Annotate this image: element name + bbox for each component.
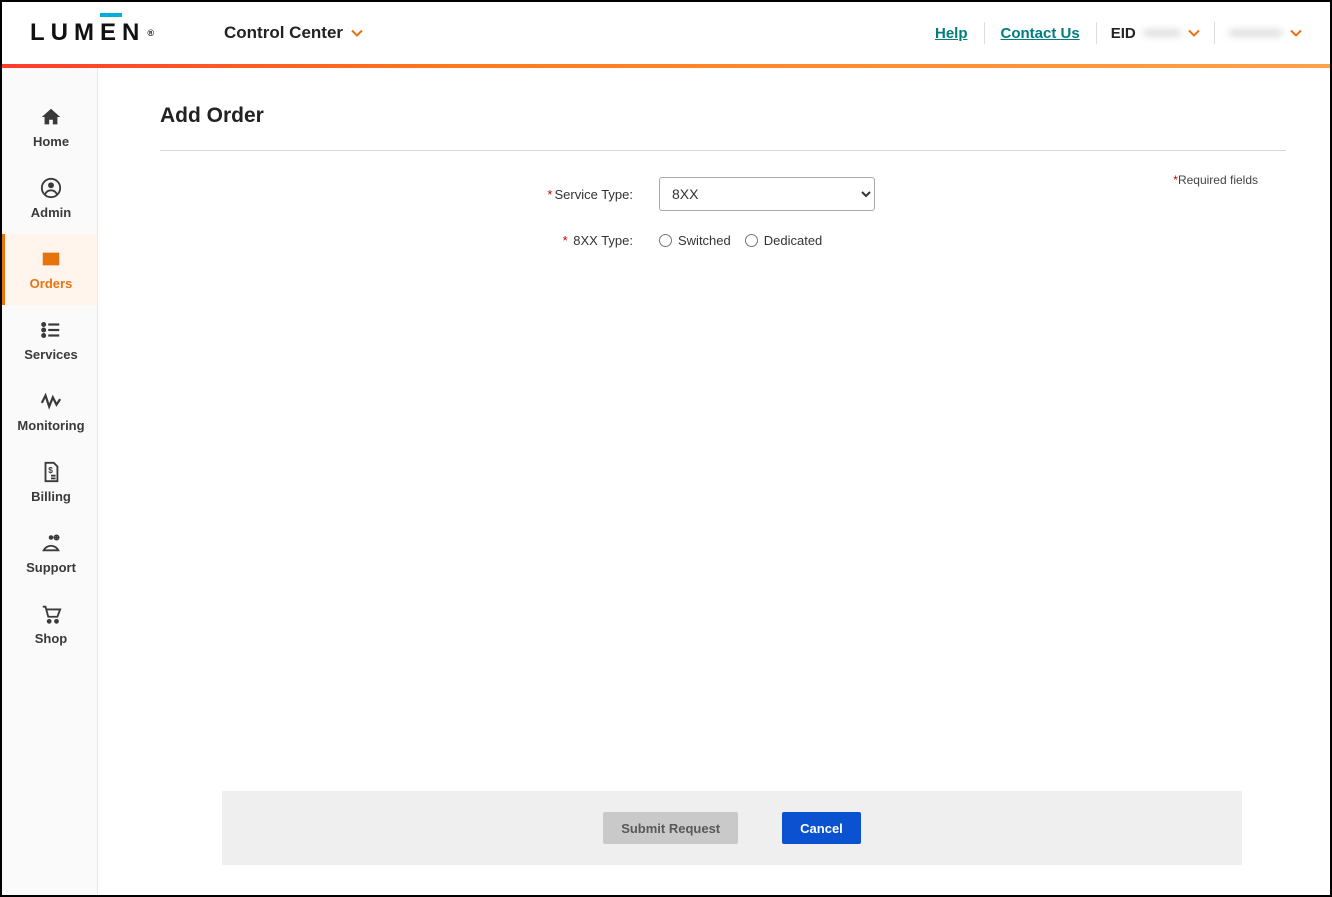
radio-dedicated-label: Dedicated xyxy=(764,233,823,248)
page-title: Add Order xyxy=(160,104,1286,128)
sidebar: Home Admin Orders Services Monitoring xyxy=(2,68,98,895)
eid-label: EID xyxy=(1111,25,1136,42)
sidebar-item-label: Services xyxy=(24,347,78,362)
app-switcher[interactable]: Control Center xyxy=(224,23,363,43)
row-8xx-type: * 8XX Type: Switched Dedicated xyxy=(188,233,1258,248)
sidebar-item-label: Support xyxy=(26,560,76,575)
user-value: •••••••••• xyxy=(1229,25,1282,42)
sidebar-item-admin[interactable]: Admin xyxy=(2,163,97,234)
logo-letter-e: E xyxy=(100,19,122,47)
activity-icon xyxy=(40,390,62,412)
sidebar-item-label: Admin xyxy=(31,205,71,220)
radio-switched-label: Switched xyxy=(678,233,731,248)
support-icon xyxy=(40,532,62,554)
brand-logo: L U M E N ® xyxy=(30,19,154,47)
service-type-label: *Service Type: xyxy=(188,187,633,202)
submit-request-button[interactable]: Submit Request xyxy=(603,812,738,844)
sidebar-item-billing[interactable]: $ Billing xyxy=(2,447,97,518)
radio-dedicated[interactable]: Dedicated xyxy=(745,233,823,248)
sidebar-item-monitoring[interactable]: Monitoring xyxy=(2,376,97,447)
list-icon xyxy=(40,319,62,341)
help-link[interactable]: Help xyxy=(919,25,984,42)
svg-text:$: $ xyxy=(48,466,53,475)
sidebar-item-label: Billing xyxy=(31,489,71,504)
logo-letter: N xyxy=(122,19,145,47)
top-right-area: Help Contact Us EID ••••••• •••••••••• xyxy=(919,22,1302,44)
cancel-button[interactable]: Cancel xyxy=(782,812,861,844)
invoice-icon: $ xyxy=(40,461,62,483)
xxtype-label: * 8XX Type: xyxy=(188,233,633,248)
sidebar-item-home[interactable]: Home xyxy=(2,92,97,163)
contact-us-link[interactable]: Contact Us xyxy=(985,25,1096,42)
registered-mark: ® xyxy=(147,28,154,38)
user-dropdown[interactable]: •••••••••• xyxy=(1215,25,1302,42)
sidebar-item-support[interactable]: Support xyxy=(2,518,97,589)
radio-switched-input[interactable] xyxy=(659,234,672,247)
sidebar-item-services[interactable]: Services xyxy=(2,305,97,376)
main-area: Add Order *Required fields *Service Type… xyxy=(98,68,1330,895)
logo-letter: U xyxy=(51,19,74,47)
sidebar-item-label: Shop xyxy=(35,631,68,646)
top-bar: L U M E N ® Control Center Help Contact … xyxy=(2,2,1330,64)
home-icon xyxy=(40,106,62,128)
sidebar-item-orders[interactable]: Orders xyxy=(2,234,97,305)
required-fields-note: *Required fields xyxy=(1173,173,1258,187)
app-switcher-label: Control Center xyxy=(224,23,343,43)
user-circle-icon xyxy=(40,177,62,199)
sidebar-item-label: Monitoring xyxy=(17,418,84,433)
chevron-down-icon xyxy=(1188,27,1200,39)
logo-letter: L xyxy=(30,19,51,47)
sidebar-item-label: Orders xyxy=(30,276,73,291)
sidebar-item-label: Home xyxy=(33,134,69,149)
service-type-select[interactable]: 8XX xyxy=(659,177,875,211)
action-bar: Submit Request Cancel xyxy=(222,791,1242,865)
sidebar-item-shop[interactable]: Shop xyxy=(2,589,97,660)
form-panel: *Required fields *Service Type: 8XX * 8X… xyxy=(160,150,1286,791)
cart-icon xyxy=(40,603,62,625)
eid-dropdown[interactable]: EID ••••••• xyxy=(1097,25,1215,42)
row-service-type: *Service Type: 8XX xyxy=(188,177,1258,211)
inbox-icon xyxy=(40,248,62,270)
chevron-down-icon xyxy=(1290,27,1302,39)
radio-switched[interactable]: Switched xyxy=(659,233,731,248)
radio-dedicated-input[interactable] xyxy=(745,234,758,247)
chevron-down-icon xyxy=(351,27,363,39)
eid-value: ••••••• xyxy=(1144,25,1181,42)
xxtype-radio-group: Switched Dedicated xyxy=(659,233,822,248)
logo-letter: M xyxy=(74,19,100,47)
